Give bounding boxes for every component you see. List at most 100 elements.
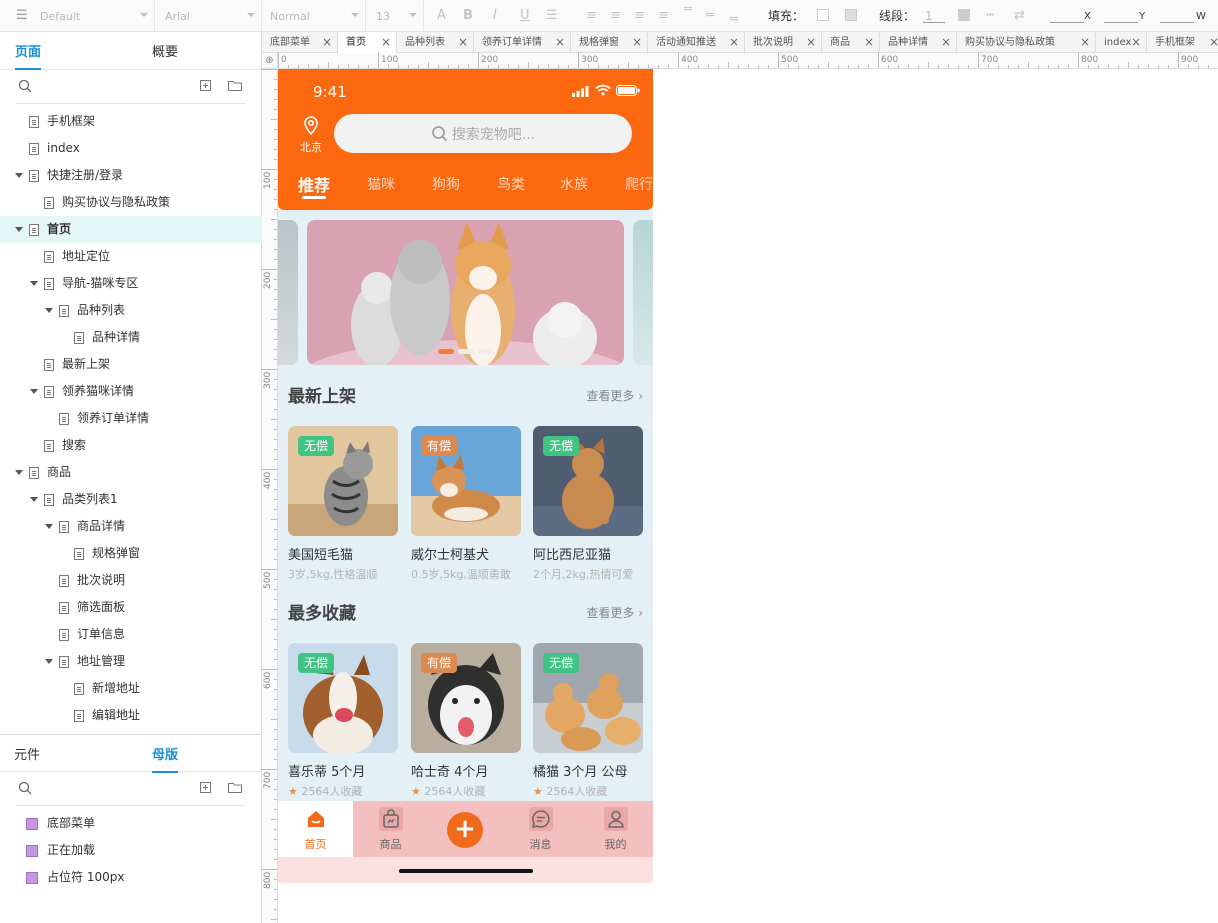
fill-color-swatch[interactable]: [817, 9, 829, 21]
tab-masters[interactable]: 母版: [152, 747, 179, 773]
page-tree-item[interactable]: 新增地址: [0, 675, 262, 702]
close-icon[interactable]: ×: [1209, 32, 1218, 53]
nav-item[interactable]: 我的: [578, 801, 653, 857]
close-icon[interactable]: ×: [1131, 32, 1141, 53]
tab-pages[interactable]: 页面: [15, 44, 42, 70]
caret-down-icon[interactable]: [15, 227, 23, 232]
caret-down-icon[interactable]: [30, 281, 38, 286]
plus-icon[interactable]: +: [447, 812, 483, 848]
doc-tab[interactable]: 规格弹窗 ×: [571, 32, 648, 53]
valign-top-icon[interactable]: ═: [684, 2, 692, 18]
tab-outline[interactable]: 概要: [152, 44, 178, 62]
page-tree-item[interactable]: 编辑地址: [0, 702, 262, 729]
doc-tab[interactable]: 领养订单详情 ×: [474, 32, 571, 53]
underline-icon[interactable]: U: [520, 8, 530, 24]
search-icon[interactable]: [18, 79, 32, 93]
page-tree-item[interactable]: 地址管理: [0, 648, 262, 675]
page-tree-item[interactable]: 品种详情: [0, 324, 262, 351]
close-icon[interactable]: ×: [729, 32, 739, 53]
page-tree-item[interactable]: 商品详情: [0, 513, 262, 540]
doc-tab[interactable]: 品种详情 ×: [880, 32, 957, 53]
nav-item[interactable]: +: [428, 801, 503, 857]
fill-shadow-swatch[interactable]: [845, 9, 857, 21]
font-color-icon[interactable]: A: [437, 8, 446, 24]
master-item[interactable]: 占位符 100px: [0, 864, 262, 891]
valign-middle-icon[interactable]: ═: [706, 8, 714, 24]
add-folder-icon[interactable]: [228, 782, 242, 793]
master-item[interactable]: 正在加载: [0, 837, 262, 864]
stroke-style-icon[interactable]: ┅: [986, 8, 994, 24]
banner-dot[interactable]: [478, 349, 493, 354]
caret-down-icon[interactable]: [45, 659, 53, 664]
caret-down-icon[interactable]: [45, 524, 53, 529]
doc-tab[interactable]: 批次说明 ×: [745, 32, 822, 53]
page-tree-item[interactable]: 最新上架: [0, 351, 262, 378]
doc-tab[interactable]: 品种列表 ×: [397, 32, 474, 53]
category-tab[interactable]: 猫咪: [367, 174, 395, 194]
search-input[interactable]: 搜索宠物吧...: [334, 114, 632, 153]
align-center-icon[interactable]: ≡: [610, 8, 621, 24]
category-tab[interactable]: 爬行: [625, 174, 653, 194]
doc-tab[interactable]: 活动通知推送 ×: [648, 32, 745, 53]
close-icon[interactable]: ×: [864, 32, 874, 53]
page-tree-item[interactable]: 导航-猫咪专区: [0, 270, 262, 297]
close-icon[interactable]: ×: [806, 32, 816, 53]
category-tab[interactable]: 水族: [560, 174, 588, 194]
caret-down-icon[interactable]: [30, 497, 38, 502]
align-right-icon[interactable]: ≡: [634, 8, 645, 24]
page-tree-item[interactable]: 规格弹窗: [0, 540, 262, 567]
close-icon[interactable]: ×: [1080, 32, 1090, 53]
page-tree-item[interactable]: 商品: [0, 459, 262, 486]
page-tree-item[interactable]: 品类列表1: [0, 486, 262, 513]
category-tab[interactable]: 鸟类: [497, 174, 525, 194]
font-family-select[interactable]: Arial: [155, 0, 262, 32]
font-size-select[interactable]: 13: [366, 0, 424, 32]
valign-bottom-icon[interactable]: ═: [730, 12, 738, 28]
close-icon[interactable]: ×: [381, 32, 391, 53]
x-input[interactable]: [1050, 22, 1084, 23]
page-tree-item[interactable]: 品种列表: [0, 297, 262, 324]
banner-carousel[interactable]: [278, 220, 653, 365]
close-icon[interactable]: ×: [322, 32, 332, 53]
category-tab[interactable]: 狗狗: [432, 174, 460, 194]
banner-dot-active[interactable]: [438, 349, 454, 354]
justify-icon[interactable]: ≡: [658, 8, 669, 24]
master-item[interactable]: 底部菜单: [0, 810, 262, 837]
page-tree-item[interactable]: 快捷注册/登录: [0, 162, 262, 189]
page-tree-item[interactable]: 搜索: [0, 432, 262, 459]
arrow-style-icon[interactable]: ⇄: [1014, 8, 1025, 24]
caret-down-icon[interactable]: [45, 308, 53, 313]
caret-down-icon[interactable]: [30, 389, 38, 394]
page-tree-item[interactable]: 订单信息: [0, 621, 262, 648]
nav-item[interactable]: 商品: [353, 801, 428, 857]
page-tree-item[interactable]: index: [0, 135, 262, 162]
caret-down-icon[interactable]: [15, 470, 23, 475]
page-tree-item[interactable]: 领养订单详情: [0, 405, 262, 432]
view-more-link[interactable]: 查看更多 ›: [586, 387, 643, 404]
close-icon[interactable]: ×: [555, 32, 565, 53]
page-tree-item[interactable]: 购买协议与隐私政策: [0, 189, 262, 216]
ruler-corner[interactable]: ⊕: [262, 53, 278, 69]
page-tree-item[interactable]: 批次说明: [0, 567, 262, 594]
add-master-icon[interactable]: [200, 782, 211, 793]
tab-widgets[interactable]: 元件: [14, 747, 40, 765]
design-canvas[interactable]: 9:41 北京 搜索宠物吧... 推荐 猫咪 狗狗 鸟类 水族 爬行 最新上架 …: [278, 69, 1218, 923]
font-weight-select[interactable]: Normal: [262, 0, 366, 32]
doc-tab[interactable]: index ×: [1096, 32, 1147, 53]
close-icon[interactable]: ×: [458, 32, 468, 53]
add-page-icon[interactable]: [200, 80, 211, 91]
page-tree-item[interactable]: 筛选面板: [0, 594, 262, 621]
list-icon[interactable]: ☰: [546, 8, 558, 24]
bold-icon[interactable]: B: [463, 8, 473, 24]
doc-tab[interactable]: 购买协议与隐私政策 ×: [957, 32, 1096, 53]
doc-tab[interactable]: 底部菜单 ×: [262, 32, 338, 53]
category-tab[interactable]: 推荐: [298, 172, 330, 196]
w-input[interactable]: [1160, 22, 1194, 23]
page-tree-item[interactable]: 领养猫咪详情: [0, 378, 262, 405]
doc-tab[interactable]: 首页 ×: [338, 32, 397, 53]
style-select[interactable]: ☰ Default: [0, 0, 155, 32]
page-tree-item[interactable]: 手机框架: [0, 108, 262, 135]
nav-item[interactable]: 首页: [278, 801, 353, 857]
page-tree-item[interactable]: 地址定位: [0, 243, 262, 270]
location-selector[interactable]: 北京: [296, 116, 326, 155]
